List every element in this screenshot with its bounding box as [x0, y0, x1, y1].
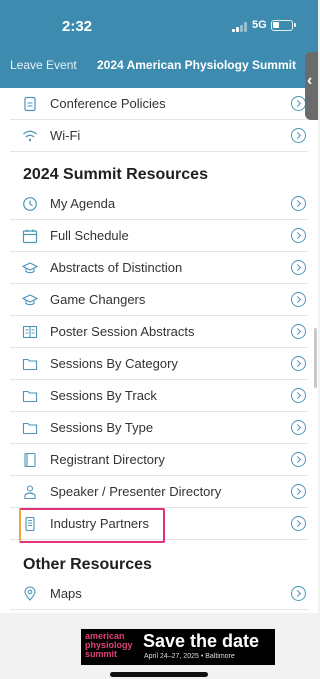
graduation-cap-icon — [22, 262, 38, 274]
list-item-maps[interactable]: Maps — [10, 578, 308, 610]
folder-icon — [22, 358, 38, 371]
wifi-icon — [23, 130, 37, 142]
battery-icon — [271, 20, 296, 31]
resource-list: Conference Policies Wi-Fi 2024 Summit Re… — [0, 88, 318, 613]
list-item-my-agenda[interactable]: My Agenda — [10, 188, 308, 220]
building-icon — [25, 516, 35, 532]
home-indicator[interactable] — [110, 672, 208, 677]
list-item-label: Conference Policies — [50, 96, 166, 111]
clock-icon — [23, 197, 37, 211]
person-icon — [24, 485, 36, 500]
list-item-sessions-by-type[interactable]: Sessions By Type — [10, 412, 308, 444]
chevron-right-icon[interactable] — [291, 196, 306, 211]
status-time: 2:32 — [62, 18, 93, 35]
status-bar: 2:32 5G — [0, 0, 318, 50]
folder-icon — [22, 422, 38, 435]
list-item-label: Sessions By Track — [50, 388, 157, 403]
list-item-speaker-presenter-directory[interactable]: Speaker / Presenter Directory — [10, 476, 308, 508]
summit-logo: american physiology summit — [85, 631, 133, 659]
section-header-other-resources: Other Resources — [23, 556, 152, 573]
chevron-right-icon[interactable] — [291, 452, 306, 467]
list-item-conference-policies[interactable]: Conference Policies — [10, 88, 308, 120]
folder-icon — [22, 390, 38, 403]
banner-subline: April 24–27, 2025 • Baltimore — [144, 653, 235, 660]
chevron-left-icon: ‹ — [307, 72, 313, 89]
document-icon — [24, 96, 36, 112]
list-item-abstracts-of-distinction[interactable]: Abstracts of Distinction — [10, 252, 308, 284]
list-item-label: Sessions By Category — [50, 356, 178, 371]
list-item-label: Poster Session Abstracts — [50, 324, 195, 339]
list-item-industry-partners[interactable]: Industry Partners — [10, 508, 308, 540]
graduation-cap-icon — [22, 294, 38, 306]
list-item-sessions-by-track[interactable]: Sessions By Track — [10, 380, 308, 412]
side-panel-handle[interactable]: ‹ — [305, 52, 318, 120]
chevron-right-icon[interactable] — [291, 420, 306, 435]
map-pin-icon — [24, 586, 36, 601]
list-item-sessions-by-category[interactable]: Sessions By Category — [10, 348, 308, 380]
chevron-right-icon[interactable] — [291, 388, 306, 403]
list-item-full-schedule[interactable]: Full Schedule — [10, 220, 308, 252]
event-title: 2024 American Physiology Summit — [97, 58, 296, 72]
chevron-right-icon[interactable] — [291, 586, 306, 601]
banner-headline: Save the date — [143, 631, 260, 651]
section-header-summit-resources: 2024 Summit Resources — [23, 166, 208, 183]
list-item-label: Wi-Fi — [50, 128, 81, 143]
calendar-icon — [22, 229, 38, 244]
chevron-right-icon[interactable] — [291, 292, 306, 307]
list-item-poster-session-abstracts[interactable]: Poster Session Abstracts — [10, 316, 308, 348]
list-item-wifi[interactable]: Wi-Fi — [10, 120, 308, 152]
chevron-right-icon[interactable] — [291, 484, 306, 499]
nav-bar: Leave Event 2024 American Physiology Sum… — [0, 50, 318, 88]
list-item-label: Game Changers — [50, 292, 146, 307]
chevron-right-icon[interactable] — [291, 260, 306, 275]
chevron-right-icon[interactable] — [291, 128, 306, 143]
chevron-right-icon[interactable] — [291, 324, 306, 339]
list-item-label: Speaker / Presenter Directory — [50, 484, 222, 499]
scrollbar[interactable] — [314, 328, 317, 388]
save-the-date-banner[interactable]: american physiology summit Save the date… — [81, 629, 275, 665]
book-icon — [22, 325, 38, 339]
list-item-label: Abstracts of Distinction — [50, 260, 183, 275]
list-item-label: Sessions By Type — [50, 420, 154, 435]
network-label: 5G — [252, 19, 267, 31]
list-item-label: Maps — [50, 586, 82, 601]
chevron-right-icon[interactable] — [291, 356, 306, 371]
chevron-right-icon[interactable] — [291, 516, 306, 531]
list-item-label: My Agenda — [50, 196, 116, 211]
list-item-label: Industry Partners — [50, 516, 149, 531]
list-item-registrant-directory[interactable]: Registrant Directory — [10, 444, 308, 476]
chevron-right-icon[interactable] — [291, 96, 306, 111]
app-header: 2:32 5G Leave Event 2024 American Physio… — [0, 0, 318, 88]
address-book-icon — [24, 452, 36, 468]
list-item-label: Full Schedule — [50, 228, 129, 243]
list-item-game-changers[interactable]: Game Changers — [10, 284, 308, 316]
leave-event-button[interactable]: Leave Event — [10, 58, 77, 72]
chevron-right-icon[interactable] — [291, 228, 306, 243]
list-item-label: Registrant Directory — [50, 452, 165, 467]
signal-icon — [232, 22, 248, 32]
